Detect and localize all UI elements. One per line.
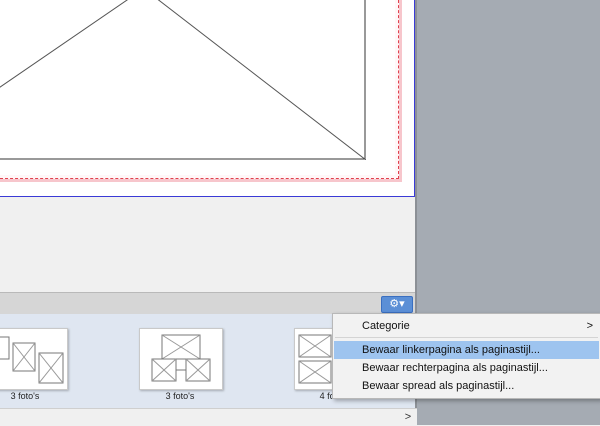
bleed-guide xyxy=(0,0,399,179)
menu-item-label: Bewaar rechterpagina als paginastijl... xyxy=(362,362,548,374)
menu-item-label: Categorie xyxy=(362,320,410,332)
layout-preview-3-photos xyxy=(0,336,64,384)
page-spread[interactable] xyxy=(0,0,415,197)
page-style-options-button[interactable]: ⚙▾ xyxy=(381,296,413,313)
menu-separator xyxy=(335,337,598,338)
menu-item-save-right-page-style[interactable]: Bewaar rechterpagina als paginastijl... xyxy=(334,359,599,377)
gear-icon: ⚙▾ xyxy=(389,298,405,310)
menu-item-save-spread-style[interactable]: Bewaar spread als paginastijl... xyxy=(334,377,599,395)
bleed-zone xyxy=(0,0,402,182)
page-style-context-menu: Categorie > Bewaar linkerpagina als pagi… xyxy=(332,313,600,399)
menu-item-save-left-page-style[interactable]: Bewaar linkerpagina als paginastijl... xyxy=(334,341,599,359)
tray-footer: > xyxy=(0,408,417,426)
menu-item-label: Bewaar spread als paginastijl... xyxy=(362,380,515,392)
layout-thumbnail[interactable] xyxy=(139,328,223,390)
menu-item-label: Bewaar linkerpagina als paginastijl... xyxy=(362,344,540,356)
layout-preview-3-photos xyxy=(151,334,211,382)
menu-item-categorie[interactable]: Categorie > xyxy=(334,317,599,335)
layout-thumbnail[interactable] xyxy=(0,328,68,390)
tray-header: ⚙▾ xyxy=(0,292,415,315)
page-canvas[interactable] xyxy=(0,0,415,292)
submenu-arrow-icon: > xyxy=(586,320,593,332)
thumbnail-label: 3 foto's xyxy=(165,391,195,401)
thumbnail-label: 3 foto's xyxy=(10,391,40,401)
photo-placeholder-frame[interactable] xyxy=(0,0,366,160)
page-safe-area xyxy=(0,0,395,175)
scroll-right-button[interactable]: > xyxy=(402,409,414,426)
